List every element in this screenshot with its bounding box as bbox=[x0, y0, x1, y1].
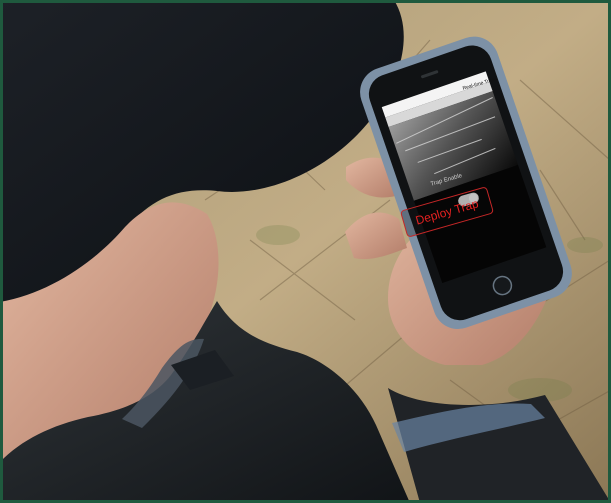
trap-enable-label: Trap Enable bbox=[430, 173, 463, 188]
photo-frame: Real-time Traps Trap Enable Deploy Trap bbox=[0, 0, 611, 503]
phone-screen-ui: Real-time Traps Trap Enable Deploy Trap bbox=[0, 0, 611, 503]
deploy-trap-button[interactable]: Deploy Trap bbox=[399, 186, 495, 238]
phone-app-title: Real-time Traps bbox=[462, 76, 498, 92]
